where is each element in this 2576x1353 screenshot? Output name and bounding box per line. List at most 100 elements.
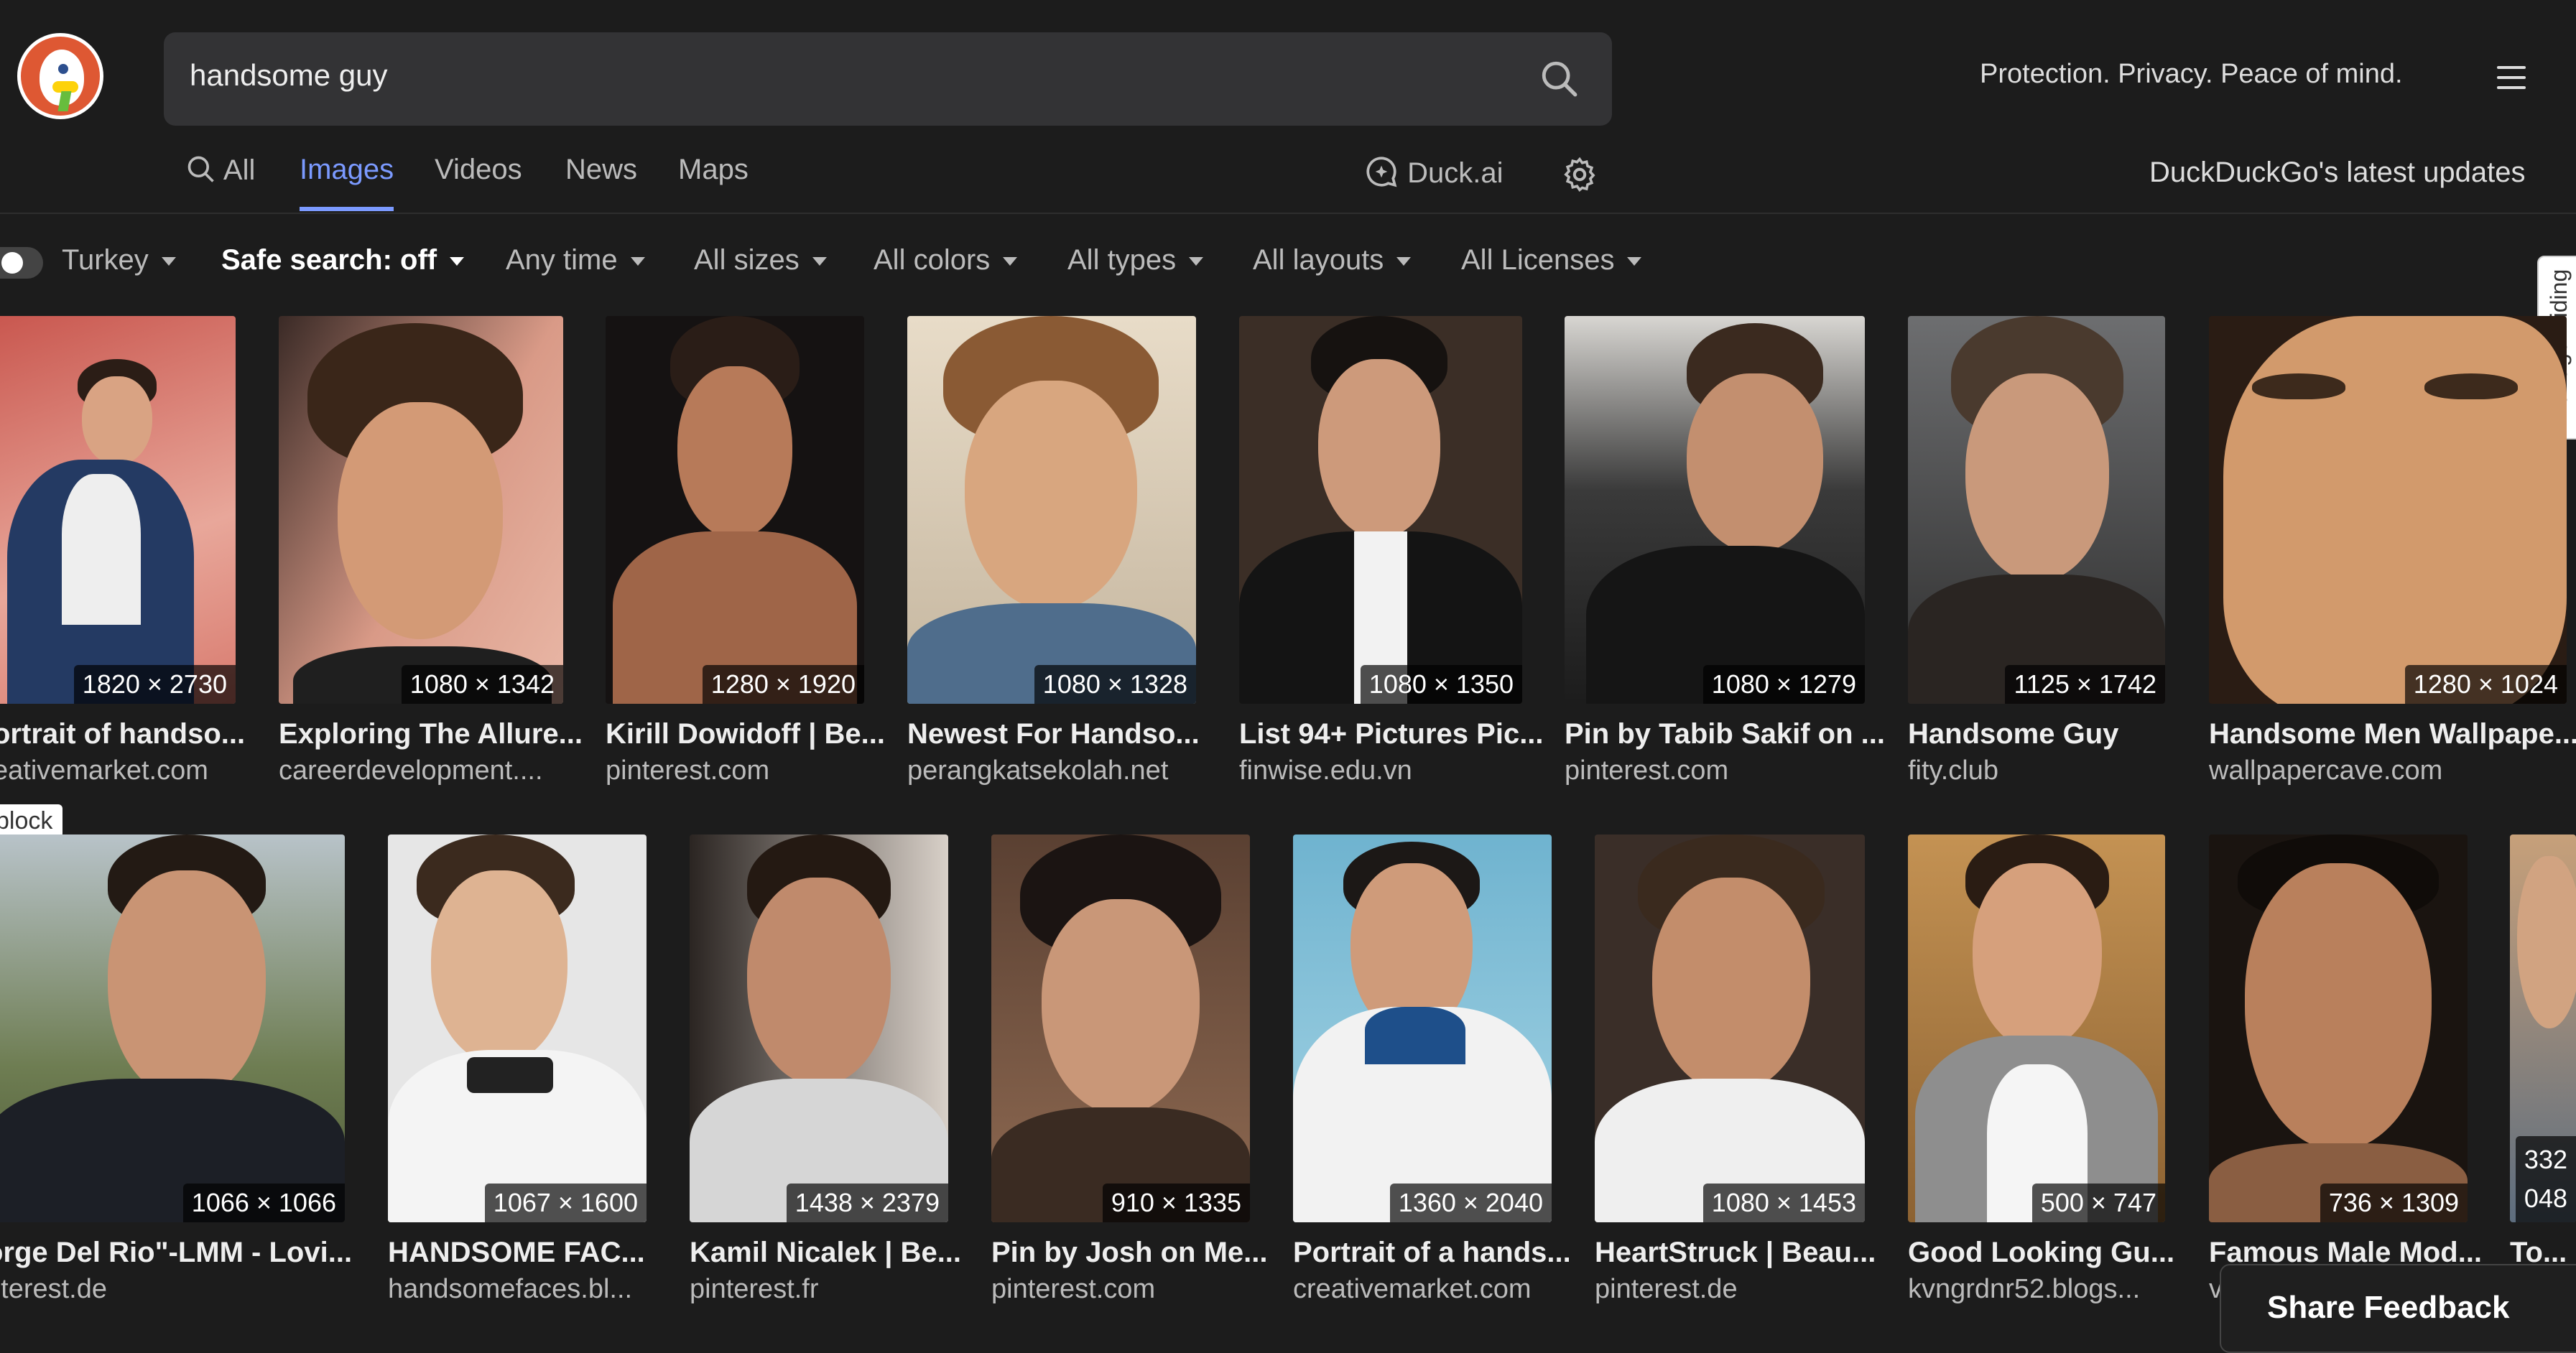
image-dimensions: 1280 × 1920 xyxy=(702,665,864,704)
image-source[interactable]: eativemarket.com xyxy=(0,755,208,786)
caret-down-icon xyxy=(1003,257,1018,266)
image-dimensions: 500 × 747 xyxy=(2031,1184,2165,1222)
caret-down-icon xyxy=(1627,257,1642,266)
image-dimensions: 1280 × 1024 xyxy=(2404,665,2567,704)
image-title[interactable]: ortrait of handso... xyxy=(0,718,245,750)
tab-images[interactable]: Images xyxy=(300,154,394,211)
image-source[interactable]: pinterest.fr xyxy=(690,1274,819,1305)
tab-all-label: All xyxy=(223,154,256,186)
caret-down-icon xyxy=(812,257,827,266)
image-thumbnail[interactable]: 1125 × 1742 xyxy=(1908,316,2165,704)
image-dimensions: 1067 × 1600 xyxy=(484,1184,647,1222)
image-thumbnail[interactable]: 1067 × 1600 xyxy=(388,834,647,1222)
image-title[interactable]: Pin by Tabib Sakif on ... xyxy=(1565,718,1885,750)
block-button[interactable]: block xyxy=(0,804,63,838)
image-source[interactable]: fity.club xyxy=(1908,755,1998,786)
search-icon xyxy=(187,156,214,182)
image-source[interactable]: pinterest.de xyxy=(1595,1274,1738,1305)
image-thumbnail[interactable]: 332 048 xyxy=(2510,834,2576,1222)
caret-down-icon xyxy=(630,257,645,266)
filter-time[interactable]: Any time xyxy=(506,244,645,276)
image-thumbnail[interactable]: 1280 × 1024 xyxy=(2209,316,2567,704)
header-tagline: Protection. Privacy. Peace of mind. xyxy=(1980,59,2403,89)
filter-types[interactable]: All types xyxy=(1067,244,1204,276)
image-source[interactable]: finwise.edu.vn xyxy=(1239,755,1412,786)
image-thumbnail[interactable]: 1080 × 1350 xyxy=(1239,316,1522,704)
image-thumbnail[interactable]: 1360 × 2040 xyxy=(1293,834,1552,1222)
image-source[interactable]: nterest.de xyxy=(0,1274,107,1305)
image-dimensions: 910 × 1335 xyxy=(1102,1184,1250,1222)
image-title[interactable]: Good Looking Gu... xyxy=(1908,1237,2174,1269)
duck-ai-label: Duck.ai xyxy=(1407,157,1504,189)
image-source[interactable]: wallpapercave.com xyxy=(2209,755,2442,786)
image-source[interactable]: creativemarket.com xyxy=(1293,1274,1532,1305)
region-toggle[interactable] xyxy=(0,247,43,279)
image-thumbnail[interactable]: 1280 × 1920 xyxy=(606,316,864,704)
search-icon[interactable] xyxy=(1539,58,1580,100)
image-thumbnail[interactable]: 910 × 1335 xyxy=(991,834,1250,1222)
image-dimensions: 332 048 xyxy=(2515,1136,2576,1222)
tab-all[interactable]: All xyxy=(185,154,255,211)
image-dimensions: 1066 × 1066 xyxy=(182,1184,345,1222)
share-feedback-button[interactable]: Share Feedback xyxy=(2220,1264,2576,1353)
tab-maps[interactable]: Maps xyxy=(678,154,749,211)
image-title[interactable]: Kirill Dowidoff | Be... xyxy=(606,718,885,750)
image-title[interactable]: Exploring The Allure... xyxy=(279,718,583,750)
image-title[interactable]: Handsome Men Wallpape... xyxy=(2209,718,2576,750)
image-title[interactable]: HeartStruck | Beau... xyxy=(1595,1237,1876,1269)
image-title[interactable]: HANDSOME FAC... xyxy=(388,1237,645,1269)
image-dimensions: 1820 × 2730 xyxy=(73,665,236,704)
image-dimensions: 1125 × 1742 xyxy=(2005,665,2165,704)
image-title[interactable]: List 94+ Pictures Pic... xyxy=(1239,718,1544,750)
image-thumbnail[interactable]: 500 × 747 xyxy=(1908,834,2165,1222)
image-title[interactable]: Newest For Handso... xyxy=(907,718,1200,750)
image-title[interactable]: orge Del Rio"-LMM - Lovi... xyxy=(0,1237,352,1269)
filter-licenses[interactable]: All Licenses xyxy=(1461,244,1642,276)
image-source[interactable]: careerdevelopment.... xyxy=(279,755,543,786)
image-dimensions: 1080 × 1279 xyxy=(1702,665,1865,704)
image-title[interactable]: Handsome Guy xyxy=(1908,718,2118,750)
duck-ai-link[interactable]: Duck.ai xyxy=(1363,154,1504,190)
hamburger-menu-icon[interactable] xyxy=(2497,66,2526,89)
image-thumbnail[interactable]: 1080 × 1342 xyxy=(279,316,563,704)
image-thumbnail[interactable]: 736 × 1309 xyxy=(2209,834,2468,1222)
image-source[interactable]: handsomefaces.bl... xyxy=(388,1274,632,1305)
image-dimensions: 1080 × 1342 xyxy=(401,665,563,704)
chat-sparkle-icon xyxy=(1366,157,1397,187)
caret-down-icon xyxy=(450,257,465,266)
caret-down-icon xyxy=(1396,257,1412,266)
image-source[interactable]: pinterest.com xyxy=(1565,755,1728,786)
image-dimensions: 1438 × 2379 xyxy=(786,1184,948,1222)
filter-region[interactable]: Turkey xyxy=(62,244,176,276)
search-input[interactable]: handsome guy xyxy=(190,58,388,93)
image-dimensions: 1080 × 1350 xyxy=(1360,665,1522,704)
image-source[interactable]: pinterest.com xyxy=(991,1274,1155,1305)
image-dimensions: 1080 × 1453 xyxy=(1702,1184,1865,1222)
image-thumbnail[interactable]: 1066 × 1066 xyxy=(0,834,345,1222)
image-thumbnail[interactable]: 1080 × 1453 xyxy=(1595,834,1865,1222)
duckduckgo-logo[interactable] xyxy=(17,33,103,119)
image-source[interactable]: perangkatsekolah.net xyxy=(907,755,1168,786)
image-thumbnail[interactable]: 1080 × 1328 xyxy=(907,316,1196,704)
image-title[interactable]: Portrait of a hands... xyxy=(1293,1237,1571,1269)
image-thumbnail[interactable]: 1080 × 1279 xyxy=(1565,316,1865,704)
image-title[interactable]: Kamil Nicalek | Be... xyxy=(690,1237,961,1269)
filter-safe-search[interactable]: Safe search: off xyxy=(221,244,465,276)
latest-updates-link[interactable]: DuckDuckGo's latest updates xyxy=(2149,157,2525,189)
filter-sizes[interactable]: All sizes xyxy=(694,244,827,276)
tab-videos[interactable]: Videos xyxy=(435,154,522,211)
filter-colors[interactable]: All colors xyxy=(874,244,1018,276)
image-thumbnail[interactable]: 1820 × 2730 xyxy=(0,316,236,704)
image-title[interactable]: Pin by Josh on Me... xyxy=(991,1237,1268,1269)
settings-gear-icon[interactable] xyxy=(1560,155,1599,194)
tab-news[interactable]: News xyxy=(565,154,637,211)
search-bar[interactable]: handsome guy xyxy=(164,32,1612,126)
caret-down-icon xyxy=(161,257,176,266)
header-divider xyxy=(0,213,2576,214)
image-thumbnail[interactable]: 1438 × 2379 xyxy=(690,834,948,1222)
image-source[interactable]: kvngrdnr52.blogs... xyxy=(1908,1274,2140,1305)
image-dimensions: 736 × 1309 xyxy=(2320,1184,2468,1222)
image-dimensions: 1360 × 2040 xyxy=(1389,1184,1552,1222)
image-source[interactable]: pinterest.com xyxy=(606,755,769,786)
filter-layouts[interactable]: All layouts xyxy=(1253,244,1412,276)
